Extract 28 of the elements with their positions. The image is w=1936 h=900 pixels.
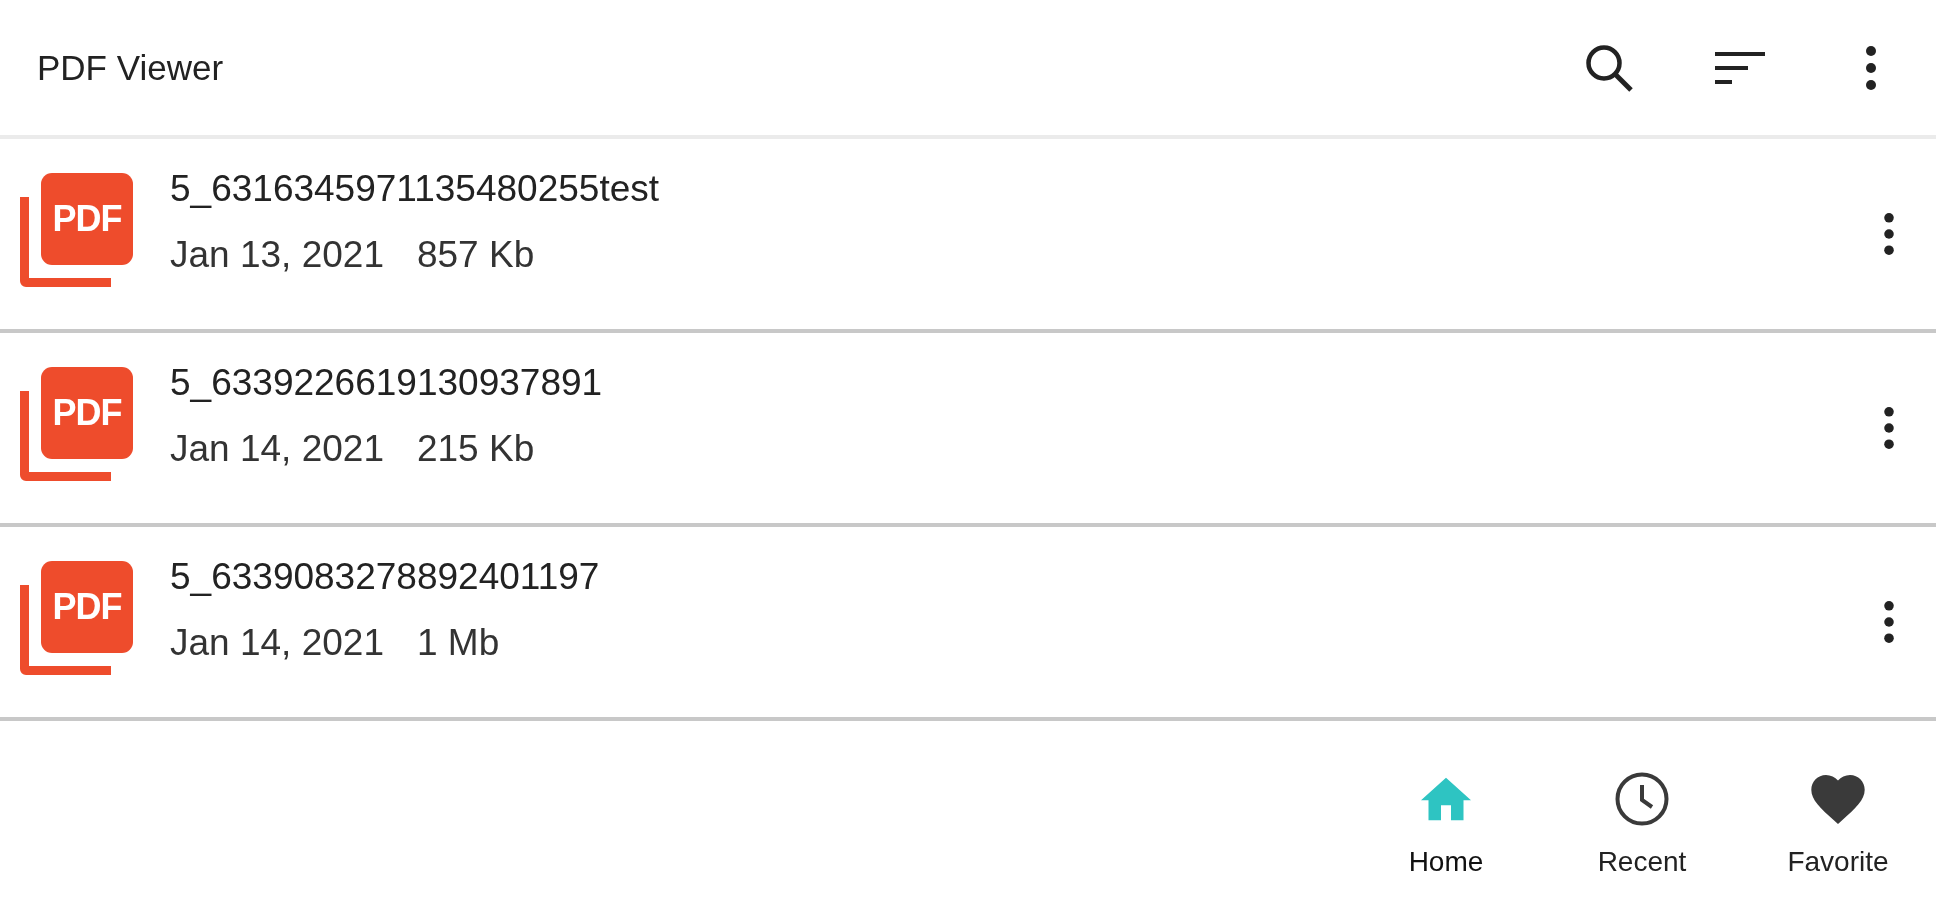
- clock-icon: [1615, 772, 1669, 826]
- heart-icon: [1811, 774, 1865, 824]
- search-icon: [1585, 43, 1633, 92]
- file-list-item[interactable]: PDF 5_6316345971135480255test Jan 13, 2021 857 Kb: [0, 139, 1936, 333]
- file-date: Jan 13, 2021: [170, 233, 384, 277]
- file-name: 5_6339226619130937891: [170, 361, 603, 405]
- file-list-item[interactable]: PDF 5_6339083278892401197 Jan 14, 2021 1 Mb: [0, 527, 1936, 721]
- bottom-nav-tab[interactable]: Favorite: [1768, 772, 1908, 878]
- pdf-icon-text: PDF: [51, 197, 123, 241]
- pdf-icon-text: PDF: [51, 391, 123, 435]
- file-size: 857 Kb: [416, 233, 535, 277]
- more-options-icon: [1866, 45, 1876, 90]
- bottom-nav-tab[interactable]: Recent: [1572, 772, 1712, 878]
- bottom-nav-tab[interactable]: Home: [1376, 772, 1516, 878]
- home-icon: [1421, 776, 1471, 822]
- pdf-icon-text: PDF: [51, 585, 123, 629]
- file-list-item[interactable]: PDF 5_6339226619130937891 Jan 14, 2021 215 Kb: [0, 333, 1936, 527]
- app-title: PDF Viewer: [37, 46, 224, 89]
- more-options-icon: [1884, 601, 1894, 643]
- file-date: Jan 14, 2021: [170, 621, 384, 665]
- file-date: Jan 14, 2021: [170, 427, 384, 471]
- more-options-icon: [1884, 213, 1894, 255]
- file-size: 215 Kb: [416, 427, 535, 471]
- more-options-icon: [1884, 407, 1894, 449]
- sort-icon: [1715, 51, 1765, 84]
- file-size: 1 Mb: [416, 621, 500, 665]
- file-name: 5_6316345971135480255test: [170, 167, 660, 211]
- file-name: 5_6339083278892401197: [170, 555, 600, 599]
